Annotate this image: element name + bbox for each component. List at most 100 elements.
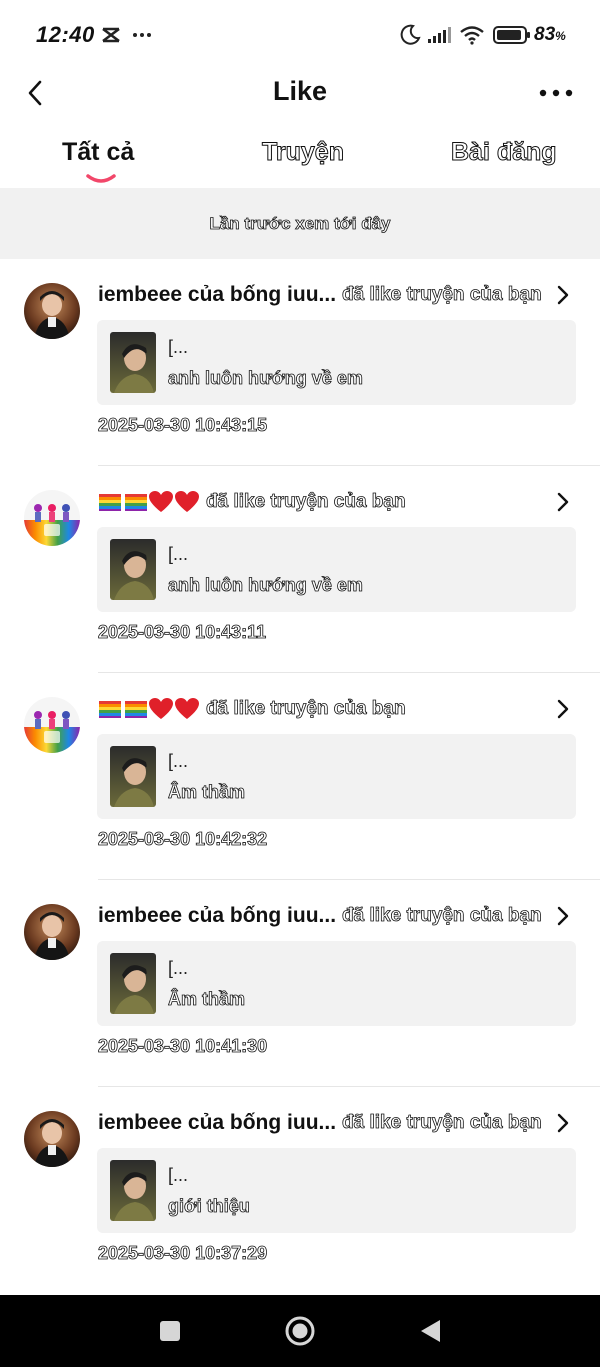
- tab-bar: Tất cả Truyện Bài đăng: [0, 130, 600, 186]
- avatar[interactable]: [24, 490, 80, 546]
- notification-item[interactable]: đã like truyện của bạn [... anh luôn hướng…: [0, 466, 600, 673]
- avatar-image: [24, 490, 80, 546]
- status-bar: 12:40 83%: [0, 0, 600, 70]
- avatar-image: [24, 283, 80, 339]
- story-cover-image: [110, 746, 156, 807]
- story-card[interactable]: [... anh luôn hướng về em: [97, 320, 576, 405]
- story-title: [...: [168, 544, 189, 564]
- tab-stories[interactable]: Truyện: [262, 138, 345, 167]
- notification-item[interactable]: iembeee của bống iuu... đã like truyện củ…: [0, 259, 600, 466]
- story-cover: [110, 539, 156, 600]
- story-cover: [110, 332, 156, 393]
- story-title: [...: [168, 1165, 189, 1185]
- heart-icon: [149, 491, 173, 512]
- notification-headline: iembeee của bống iuu... đã like truyện củ…: [98, 900, 542, 932]
- chevron-right-icon: [557, 492, 569, 512]
- story-cover-image: [110, 332, 156, 393]
- action-text: đã like truyện của bạn: [342, 905, 542, 927]
- story-card[interactable]: [... giới thiệu: [97, 1148, 576, 1233]
- chevron-right-icon: [557, 285, 569, 305]
- recent-apps-button[interactable]: [150, 1313, 190, 1349]
- story-title: [...: [168, 958, 189, 978]
- story-cover-image: [110, 1160, 156, 1221]
- notification-item[interactable]: iembeee của bống iuu... đã like truyện củ…: [0, 880, 600, 1087]
- story-title: [...: [168, 751, 189, 771]
- open-detail-button[interactable]: [552, 902, 574, 930]
- home-button[interactable]: [280, 1313, 320, 1349]
- rainbow-flag-icon: [99, 701, 121, 718]
- signal-icon: [426, 22, 452, 48]
- chapter-title: anh luôn hướng về em: [168, 368, 364, 389]
- story-cover-image: [110, 539, 156, 600]
- more-options-button[interactable]: [536, 78, 576, 108]
- notification-headline: đã like truyện của bạn: [98, 486, 538, 518]
- timestamp: 2025-03-30 10:41:30: [98, 1036, 268, 1057]
- battery-percent: 83%: [534, 24, 566, 46]
- chevron-right-icon: [557, 1113, 569, 1133]
- user-name[interactable]: iembeee của bống iuu...: [98, 1111, 336, 1135]
- open-detail-button[interactable]: [552, 695, 574, 723]
- timestamp: 2025-03-30 10:43:15: [98, 415, 268, 436]
- action-text: đã like truyện của bạn: [342, 1112, 542, 1134]
- avatar[interactable]: [24, 697, 80, 753]
- story-cover: [110, 953, 156, 1014]
- chapter-title: giới thiệu: [168, 1196, 251, 1217]
- open-detail-button[interactable]: [552, 1109, 574, 1137]
- tab-posts[interactable]: Bài đăng: [451, 138, 558, 167]
- heart-icon: [175, 698, 199, 719]
- story-card[interactable]: [... Âm thầm: [97, 734, 576, 819]
- battery-unit: %: [555, 29, 566, 43]
- recent-apps-icon: [160, 1321, 180, 1341]
- open-detail-button[interactable]: [552, 488, 574, 516]
- user-name-emoji[interactable]: [98, 697, 200, 721]
- timestamp: 2025-03-30 10:42:32: [98, 829, 268, 850]
- notification-headline: đã like truyện của bạn: [98, 693, 538, 725]
- moon-icon: [398, 22, 422, 48]
- chapter-title: Âm thầm: [168, 989, 246, 1010]
- header: Like: [0, 64, 600, 122]
- story-card[interactable]: [... Âm thầm: [97, 941, 576, 1026]
- open-detail-button[interactable]: [552, 281, 574, 309]
- user-name[interactable]: iembeee của bống iuu...: [98, 904, 336, 928]
- story-cover-image: [110, 953, 156, 1014]
- ellipsis-icon: [539, 89, 573, 97]
- avatar-image: [24, 904, 80, 960]
- timestamp: 2025-03-30 10:43:11: [98, 622, 267, 643]
- capcut-icon: [100, 22, 122, 48]
- story-cover: [110, 1160, 156, 1221]
- avatar-image: [24, 697, 80, 753]
- avatar[interactable]: [24, 904, 80, 960]
- active-tab-indicator: [86, 174, 116, 183]
- more-dots-icon: [130, 22, 154, 48]
- avatar[interactable]: [24, 1111, 80, 1167]
- story-card[interactable]: [... anh luôn hướng về em: [97, 527, 576, 612]
- action-text: đã like truyện của bạn: [342, 284, 542, 306]
- action-text: đã like truyện của bạn: [206, 491, 406, 513]
- battery-icon: [492, 22, 532, 48]
- chapter-title: anh luôn hướng về em: [168, 575, 364, 596]
- last-seen-banner: Lần trước xem tới đây: [0, 188, 600, 259]
- heart-icon: [149, 698, 173, 719]
- avatar-image: [24, 1111, 80, 1167]
- timestamp: 2025-03-30 10:37:29: [98, 1243, 268, 1264]
- page-title: Like: [272, 76, 328, 106]
- notification-headline: iembeee của bống iuu... đã like truyện củ…: [98, 1107, 542, 1139]
- action-text: đã like truyện của bạn: [206, 698, 406, 720]
- rainbow-flag-icon: [125, 701, 147, 718]
- status-time: 12:40: [36, 22, 95, 47]
- chevron-right-icon: [557, 906, 569, 926]
- back-triangle-icon: [421, 1320, 440, 1342]
- rainbow-flag-icon: [99, 494, 121, 511]
- user-name-emoji[interactable]: [98, 490, 200, 514]
- story-title: [...: [168, 337, 189, 357]
- tab-all[interactable]: Tất cả: [62, 138, 134, 167]
- home-icon: [285, 1316, 315, 1346]
- avatar[interactable]: [24, 283, 80, 339]
- notification-item[interactable]: iembeee của bống iuu... đã like truyện củ…: [0, 1087, 600, 1294]
- notification-item[interactable]: đã like truyện của bạn [... Âm thầm 2025-03…: [0, 673, 600, 880]
- system-back-button[interactable]: [410, 1313, 450, 1349]
- last-seen-text: Lần trước xem tới đây: [209, 213, 391, 233]
- rainbow-flag-icon: [125, 494, 147, 511]
- user-name[interactable]: iembeee của bống iuu...: [98, 283, 336, 307]
- story-cover: [110, 746, 156, 807]
